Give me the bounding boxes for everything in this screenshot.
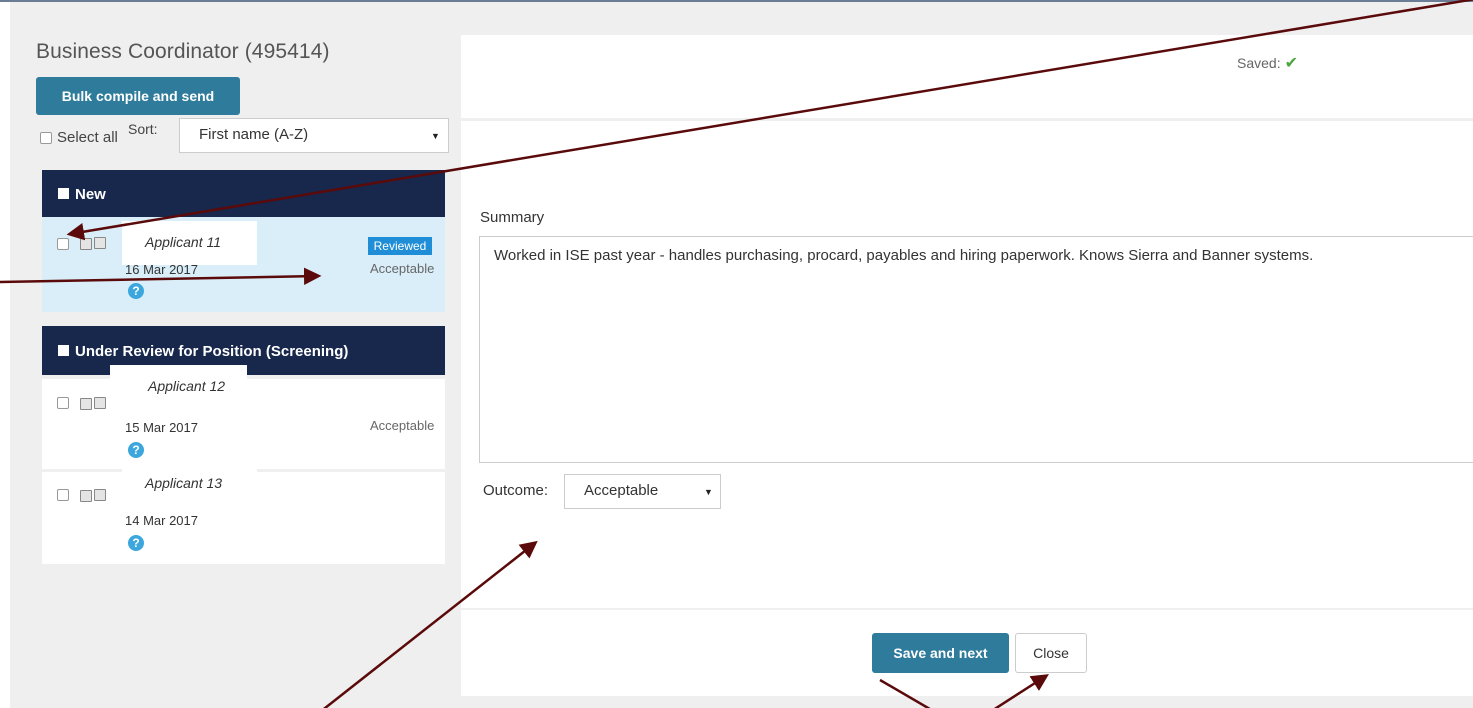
applicant-name[interactable]: Applicant 11 (122, 221, 257, 265)
sort-select[interactable]: First name (A-Z) ▼ (179, 118, 449, 153)
saved-label: Saved: (1237, 55, 1281, 71)
sort-select-value: First name (A-Z) (199, 126, 309, 143)
applicant-name-text: Applicant 13 (145, 475, 223, 491)
save-and-next-button[interactable]: Save and next (872, 633, 1009, 673)
bulk-compile-button[interactable]: Bulk compile and send (36, 77, 240, 115)
select-all-checkbox[interactable] (40, 132, 52, 144)
summary-textarea[interactable]: Worked in ISE past year - handles purcha… (479, 236, 1473, 463)
saved-status-bar (461, 35, 1473, 118)
list-item[interactable]: Applicant 13 14 Mar 2017 ? (42, 463, 445, 564)
summary-text: Worked in ISE past year - handles purcha… (494, 247, 1314, 264)
group-checkbox[interactable] (58, 345, 69, 356)
question-circle-icon[interactable]: ? (128, 442, 144, 458)
group-label: Under Review for Position (Screening) (75, 343, 349, 360)
applicant-date: 14 Mar 2017 (125, 513, 198, 528)
page-title: Business Coordinator (495414) (36, 40, 330, 63)
applicant-checkbox[interactable] (57, 397, 69, 409)
outcome-label: Outcome: (483, 482, 549, 499)
summary-label: Summary (480, 209, 545, 226)
group-checkbox[interactable] (58, 188, 69, 199)
saved-indicator: Saved: ✔ (1237, 53, 1298, 73)
group-label: New (75, 186, 106, 203)
copy-icon[interactable] (94, 489, 106, 501)
applicant-date: 15 Mar 2017 (125, 420, 198, 435)
applicant-outcome: Acceptable (370, 418, 435, 433)
applicant-checkbox[interactable] (57, 238, 69, 250)
copy-icon[interactable] (94, 397, 106, 409)
status-badge: Reviewed (368, 237, 432, 255)
applicant-name-text: Applicant 11 (145, 234, 222, 250)
caret-down-icon: ▼ (704, 487, 713, 497)
caret-down-icon: ▼ (431, 131, 440, 141)
select-all-label: Select all (57, 129, 118, 146)
outcome-select-value: Acceptable (584, 482, 659, 499)
copy-icon[interactable] (94, 237, 106, 249)
applicant-name[interactable]: Applicant 13 (122, 463, 257, 505)
applicant-name-text: Applicant 12 (148, 378, 226, 394)
applicant-checkbox[interactable] (57, 489, 69, 501)
close-button[interactable]: Close (1015, 633, 1087, 673)
document-icon[interactable] (80, 238, 92, 250)
sort-label: Sort: (128, 121, 158, 137)
applicant-outcome: Acceptable (370, 261, 435, 276)
applicant-name[interactable]: Applicant 12 (110, 365, 247, 408)
question-circle-icon[interactable]: ? (128, 535, 144, 551)
question-circle-icon[interactable]: ? (128, 283, 144, 299)
list-item[interactable]: Applicant 12 15 Mar 2017 Acceptable ? (42, 365, 445, 469)
checkmark-icon: ✔ (1284, 55, 1298, 72)
document-icon[interactable] (80, 490, 92, 502)
outcome-select[interactable]: Acceptable ▼ (564, 474, 721, 509)
list-item[interactable]: 16 Mar 2017 Applicant 11 Reviewed Accept… (42, 217, 445, 312)
document-icon[interactable] (80, 398, 92, 410)
group-header-new[interactable]: New (42, 170, 445, 217)
